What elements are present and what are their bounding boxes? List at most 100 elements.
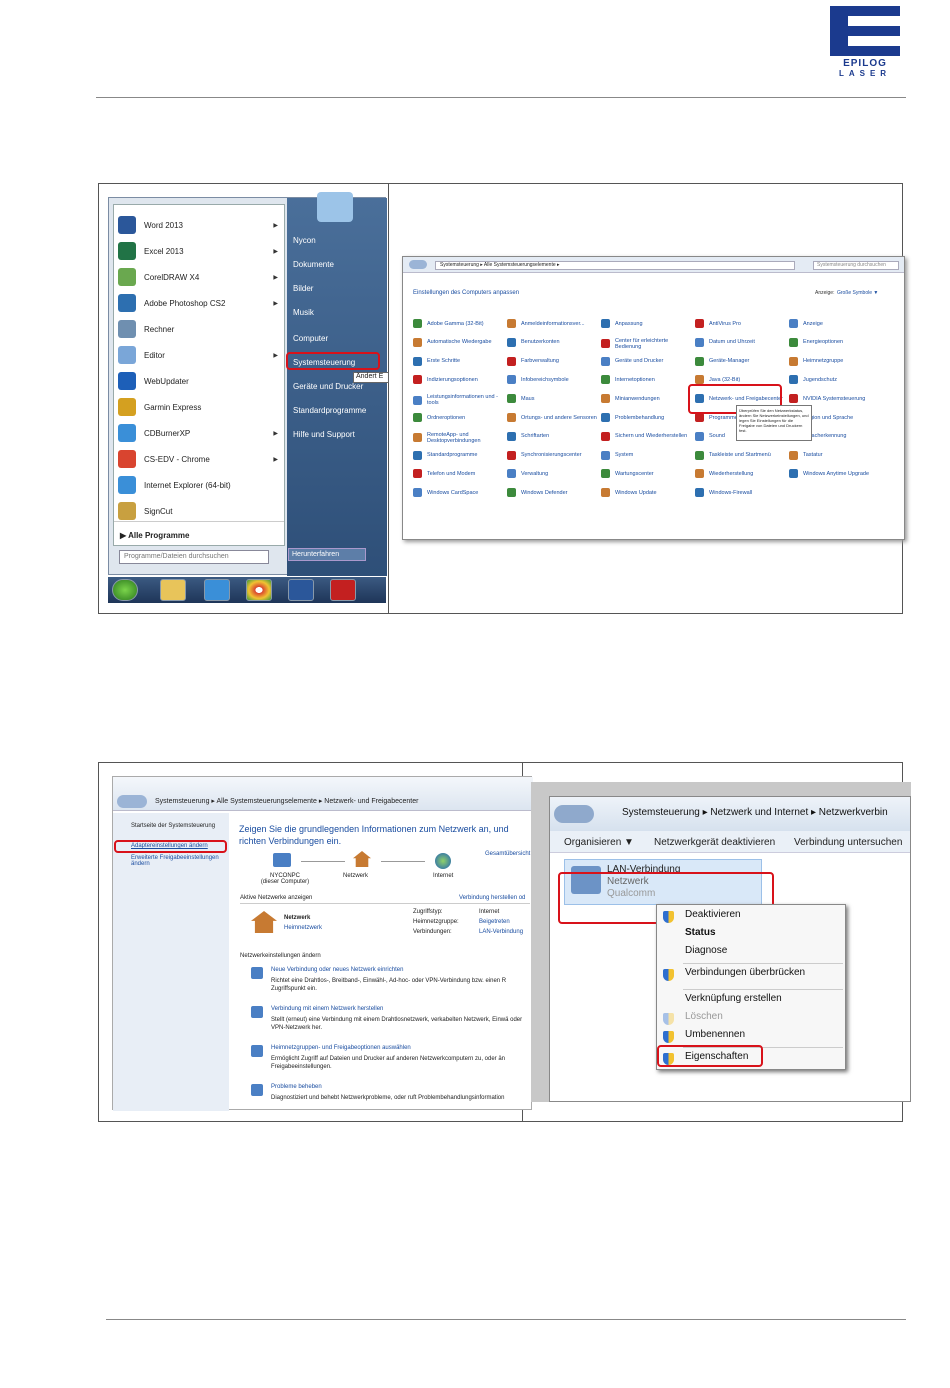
control-panel-item[interactable]: Infobereichsymbole [507,375,597,385]
start-menu-place[interactable]: Hilfe und Support [293,430,355,439]
start-search-input[interactable]: Programme/Dateien durchsuchen [119,550,269,564]
control-panel-item[interactable]: Geräte-Manager [695,356,785,366]
acrobat-icon[interactable] [330,579,356,601]
start-menu-item[interactable]: Rechner [114,317,284,341]
control-panel-item[interactable]: Anmeldeinformationsver... [507,319,597,328]
back-forward-icon[interactable] [554,805,594,823]
context-menu-item[interactable]: Status [685,927,716,938]
connect-link[interactable]: Verbindung herstellen od [459,895,525,901]
control-panel-item[interactable]: Leistungsinformationen und -tools [413,394,503,406]
start-menu-item[interactable]: Garmin Express [114,395,284,419]
task-link[interactable]: Probleme beheben [271,1084,322,1090]
start-menu-place[interactable]: Bilder [293,284,313,293]
context-menu-item[interactable]: Löschen [685,1011,723,1022]
context-menu-item[interactable]: Deaktivieren [685,909,741,920]
context-menu-item[interactable]: Verknüpfung erstellen [685,993,782,1004]
thunderbird-icon[interactable] [204,579,230,601]
address-field[interactable]: Systemsteuerung ▸ Netzwerk und Internet … [622,807,888,818]
control-panel-item[interactable]: Wartungscenter [601,469,691,479]
property-value[interactable]: LAN-Verbindung [479,929,523,935]
sidebar-advanced-sharing-link[interactable]: Erweiterte Freigabeeinstellungen ändern [131,855,227,867]
control-panel-item[interactable]: Wiederherstellung [695,469,785,479]
context-menu-item[interactable]: Umbenennen [685,1029,745,1040]
control-panel-item[interactable]: Automatische Wiedergabe [413,337,503,347]
start-orb-icon[interactable] [112,579,138,601]
control-panel-item[interactable]: Maus [507,394,597,404]
organize-button[interactable]: Organisieren ▼ [564,837,634,848]
control-panel-item[interactable]: Windows-Firewall [695,488,785,498]
start-menu-item[interactable]: Editor ▶ [114,343,284,367]
shutdown-button[interactable]: Herunterfahren [288,548,366,561]
control-panel-item[interactable]: Problembehandlung [601,413,691,422]
control-panel-item[interactable]: Windows Anytime Upgrade [789,469,879,479]
control-panel-item[interactable]: NVIDIA Systemsteuerung [789,394,879,404]
control-panel-item[interactable]: Indizierungsoptionen [413,375,503,385]
control-panel-item[interactable]: Erste Schritte [413,356,503,366]
task-link[interactable]: Neue Verbindung oder neues Netzwerk einr… [271,967,403,973]
control-panel-item[interactable]: RemoteApp- und Desktopverbindungen [413,432,503,444]
start-menu-item[interactable]: CDBurnerXP ▶ [114,421,284,445]
control-panel-item[interactable]: Synchronisierungscenter [507,450,597,460]
start-menu-item[interactable]: CS-EDV - Chrome ▶ [114,447,284,471]
word-icon[interactable] [288,579,314,601]
context-menu-item[interactable]: Verbindungen überbrücken [685,967,805,978]
full-map-link[interactable]: Gesamtübersicht [485,851,530,857]
start-menu-item[interactable]: Adobe Photoshop CS2 ▶ [114,291,284,315]
control-panel-item[interactable]: Geräte und Drucker [601,356,691,366]
start-menu-item[interactable]: Excel 2013 ▶ [114,239,284,263]
all-programs-button[interactable]: ▶ Alle Programme [120,531,189,540]
chrome-icon[interactable] [246,579,272,601]
control-panel-item[interactable]: Windows Defender [507,488,597,498]
start-menu-item[interactable]: WebUpdater [114,369,284,393]
start-menu-place[interactable]: Computer [293,334,328,343]
start-menu-place[interactable]: Nycon [293,236,316,245]
control-panel-item[interactable]: System [601,450,691,460]
start-menu-item[interactable]: Internet Explorer (64-bit) [114,473,284,497]
task-link[interactable]: Verbindung mit einem Netzwerk herstellen [271,1006,383,1012]
control-panel-item[interactable]: Windows Update [601,488,691,498]
control-panel-item[interactable]: Datum und Uhrzeit [695,337,785,347]
disable-device-button[interactable]: Netzwerkgerät deaktivieren [654,837,775,848]
control-panel-item[interactable]: Telefon und Modem [413,469,503,479]
control-panel-item[interactable]: Jugendschutz [789,375,879,385]
control-panel-item[interactable]: Minianwendungen [601,394,691,404]
control-panel-item[interactable]: Taskleiste und Startmenü [695,450,785,460]
control-panel-item[interactable]: AntiVirus Pro [695,319,785,328]
task-link[interactable]: Heimnetzgruppen- und Freigabeoptionen au… [271,1045,411,1051]
control-panel-item[interactable]: Ordneroptionen [413,413,503,422]
control-panel-item[interactable]: Windows CardSpace [413,488,503,498]
control-panel-item[interactable]: Ortungs- und andere Sensoren [507,413,597,422]
start-menu-item[interactable]: CorelDRAW X4 ▶ [114,265,284,289]
view-dropdown[interactable]: Große Symbole ▼ [837,290,878,296]
start-menu-place[interactable]: Musik [293,308,314,317]
property-value[interactable]: Beigetreten [479,919,510,925]
network-type-link[interactable]: Heimnetzwerk [284,925,322,931]
address-field[interactable]: Systemsteuerung ▸ Alle Systemsteuerungse… [155,797,418,805]
control-panel-item[interactable]: Anzeige [789,319,879,328]
control-panel-item[interactable]: Heimnetzgruppe [789,356,879,366]
context-menu-item[interactable]: Diagnose [685,945,727,956]
control-panel-search-input[interactable]: Systemsteuerung durchsuchen [813,261,899,270]
address-field[interactable]: Systemsteuerung ▸ Alle Systemsteuerungse… [435,261,795,270]
control-panel-item[interactable]: Farbverwaltung [507,356,597,366]
control-panel-item[interactable]: Energieoptionen [789,337,879,347]
control-panel-item[interactable]: Verwaltung [507,469,597,479]
start-menu-place[interactable]: Dokumente [293,260,334,269]
start-menu-item[interactable]: SignCut [114,499,284,523]
control-panel-item[interactable]: Sichern und Wiederherstellen [601,431,691,441]
control-panel-item[interactable]: Schriftarten [507,431,597,441]
start-menu-place[interactable]: Geräte und Drucker [293,382,363,391]
control-panel-item[interactable]: Internetoptionen [601,375,691,385]
start-menu-place[interactable]: Standardprogramme [293,406,366,415]
diagnose-connection-button[interactable]: Verbindung untersuchen [794,837,902,848]
control-panel-item[interactable]: Anpassung [601,319,691,328]
control-panel-item[interactable]: Tastatur [789,450,879,460]
control-panel-item[interactable]: Adobe Gamma (32-Bit) [413,319,503,328]
back-forward-icon[interactable] [117,795,147,808]
control-panel-item[interactable]: Benutzerkonten [507,337,597,347]
back-forward-icon[interactable] [409,260,427,269]
control-panel-item[interactable]: Standardprogramme [413,450,503,460]
start-menu-item[interactable]: Word 2013 ▶ [114,213,284,237]
control-panel-item[interactable]: Center für erleichterte Bedienung [601,338,691,350]
explorer-icon[interactable] [160,579,186,601]
